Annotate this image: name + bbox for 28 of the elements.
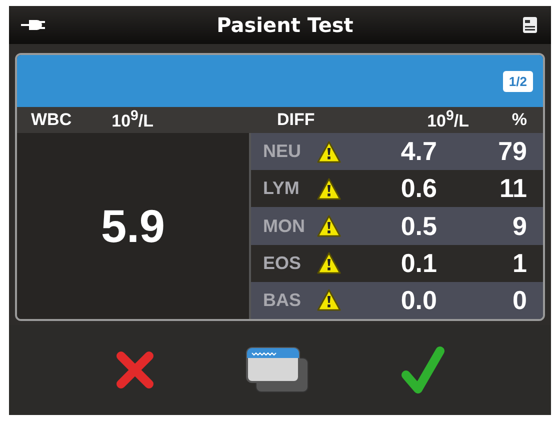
cell-label: NEU xyxy=(263,141,302,162)
window-title: Pasient Test xyxy=(216,13,354,37)
table-cell-text: 11 xyxy=(498,173,528,204)
cell-label: BAS xyxy=(263,290,302,311)
table-cell-text: 0 xyxy=(512,284,528,316)
table-cell-text: 0.5 xyxy=(400,210,437,242)
page-indicator[interactable]: 1/2 xyxy=(502,70,533,92)
column-header: DIFF xyxy=(276,110,316,130)
column-header: 10$^{9}$/L xyxy=(112,108,154,132)
document-icon xyxy=(523,17,537,33)
cell-label: MON xyxy=(263,216,306,236)
table-cell-text: 4.7 xyxy=(400,136,437,168)
table-cell-text: 0.6 xyxy=(400,173,437,204)
confirm-button[interactable] xyxy=(401,345,446,395)
table-cell-text: 79 xyxy=(497,136,528,168)
column-header: 10$^{9}$/L xyxy=(426,108,469,132)
plug-icon xyxy=(21,19,47,31)
table-cell-text: 1 xyxy=(512,248,528,279)
column-header: % xyxy=(510,110,528,130)
column-header: WBC xyxy=(31,110,72,130)
table-cell-text: 0.1 xyxy=(400,248,437,279)
cell-label: EOS xyxy=(263,252,302,274)
cell-label: LYM xyxy=(263,178,300,200)
table-cell-text: 9 xyxy=(512,210,528,242)
windows-button[interactable] xyxy=(246,346,310,394)
cancel-button[interactable] xyxy=(114,350,155,390)
wbc-value: 5.9 xyxy=(101,199,165,253)
table-cell-text: 0.0 xyxy=(400,284,437,316)
